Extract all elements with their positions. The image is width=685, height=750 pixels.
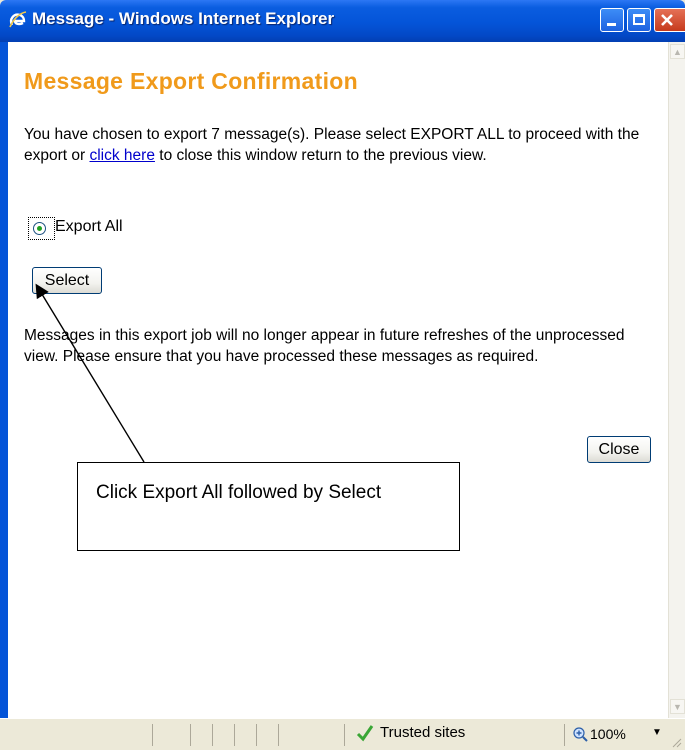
minimize-icon xyxy=(607,23,616,26)
radio-selected-icon xyxy=(37,226,42,231)
zoom-icon[interactable] xyxy=(573,727,588,742)
close-icon xyxy=(661,14,673,26)
status-divider xyxy=(190,724,191,746)
window-frame xyxy=(0,42,8,718)
close-window-link[interactable]: click here xyxy=(89,147,154,164)
maximize-icon xyxy=(633,14,645,25)
minimize-button[interactable] xyxy=(600,8,624,32)
resize-grip-icon[interactable] xyxy=(672,738,682,748)
ie-logo-icon xyxy=(9,11,27,28)
scroll-down-icon[interactable]: ▼ xyxy=(670,699,685,714)
chevron-down-icon[interactable]: ▼ xyxy=(652,727,662,738)
security-zone[interactable]: Trusted sites xyxy=(380,724,465,741)
export-all-radio-focus[interactable] xyxy=(28,217,55,240)
callout-text: Click Export All followed by Select xyxy=(96,482,382,503)
status-divider xyxy=(212,724,213,746)
instruction-callout: Click Export All followed by Select xyxy=(77,462,460,551)
status-divider xyxy=(564,724,565,746)
status-divider xyxy=(344,724,345,746)
ie-window: Message - Windows Internet Explorer ▲ ▼ … xyxy=(0,0,685,750)
intro-text-end: to close this window return to the previ… xyxy=(154,147,487,164)
trusted-check-icon xyxy=(356,725,374,742)
window-title: Message - Windows Internet Explorer xyxy=(32,9,335,28)
maximize-button[interactable] xyxy=(627,8,651,32)
intro-text: You have chosen to export 7 message(s). … xyxy=(24,124,646,166)
vertical-scrollbar[interactable]: ▲ ▼ xyxy=(668,42,685,718)
export-all-label[interactable]: Export All xyxy=(55,218,123,236)
zoom-level[interactable]: 100% xyxy=(590,726,626,742)
page-title: Message Export Confirmation xyxy=(24,68,358,94)
status-divider xyxy=(234,724,235,746)
status-divider xyxy=(256,724,257,746)
close-window-button[interactable] xyxy=(654,8,685,32)
status-divider xyxy=(152,724,153,746)
notice-text: Messages in this export job will no long… xyxy=(24,327,625,365)
select-button[interactable]: Select xyxy=(32,267,102,294)
title-bar[interactable]: Message - Windows Internet Explorer xyxy=(0,0,685,42)
export-all-radio[interactable] xyxy=(33,222,46,235)
status-divider xyxy=(278,724,279,746)
close-button[interactable]: Close xyxy=(587,436,651,463)
scroll-up-icon[interactable]: ▲ xyxy=(670,44,685,59)
